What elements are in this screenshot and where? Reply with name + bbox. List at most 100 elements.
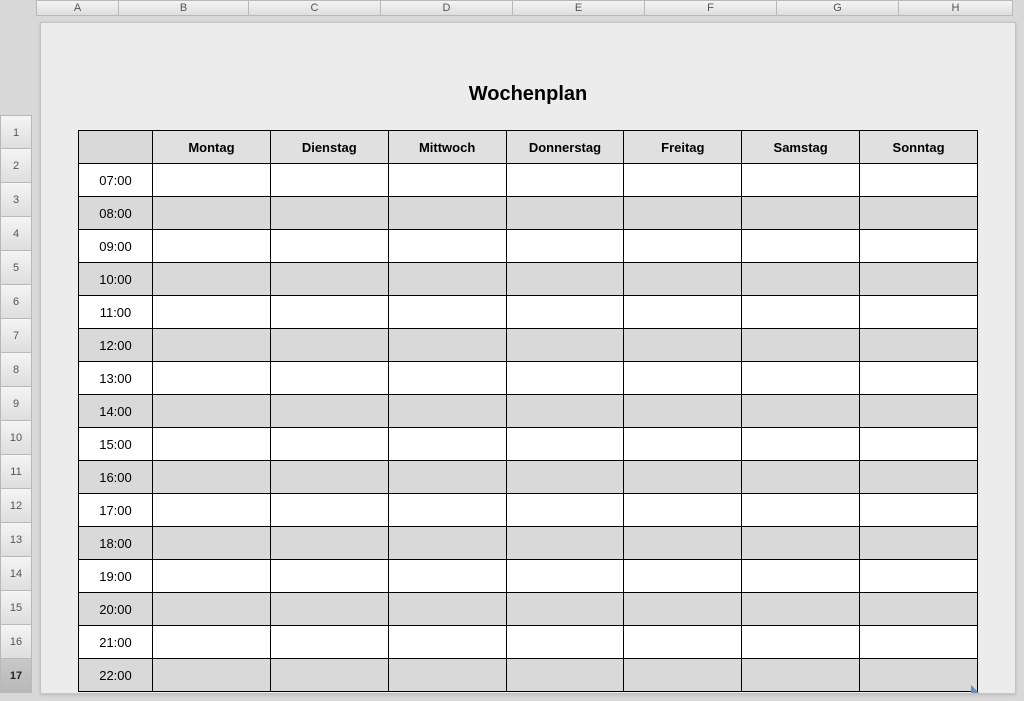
- plan-cell[interactable]: [860, 362, 978, 395]
- plan-corner-cell[interactable]: [79, 131, 153, 164]
- plan-cell[interactable]: [388, 164, 506, 197]
- plan-cell[interactable]: [506, 197, 624, 230]
- plan-cell[interactable]: [270, 296, 388, 329]
- plan-cell[interactable]: [742, 593, 860, 626]
- time-label[interactable]: 16:00: [79, 461, 153, 494]
- day-header[interactable]: Montag: [153, 131, 271, 164]
- row-header-8[interactable]: 8: [0, 353, 32, 387]
- plan-cell[interactable]: [506, 395, 624, 428]
- column-header-b[interactable]: B: [119, 0, 249, 16]
- column-header-g[interactable]: G: [777, 0, 899, 16]
- time-label[interactable]: 19:00: [79, 560, 153, 593]
- plan-cell[interactable]: [860, 296, 978, 329]
- column-header-a[interactable]: A: [36, 0, 119, 16]
- plan-cell[interactable]: [742, 296, 860, 329]
- plan-cell[interactable]: [624, 626, 742, 659]
- time-label[interactable]: 21:00: [79, 626, 153, 659]
- time-label[interactable]: 10:00: [79, 263, 153, 296]
- row-header-9[interactable]: 9: [0, 387, 32, 421]
- row-header-3[interactable]: 3: [0, 183, 32, 217]
- plan-cell[interactable]: [742, 164, 860, 197]
- plan-cell[interactable]: [153, 626, 271, 659]
- day-header[interactable]: Sonntag: [860, 131, 978, 164]
- plan-cell[interactable]: [388, 593, 506, 626]
- row-header-6[interactable]: 6: [0, 285, 32, 319]
- plan-cell[interactable]: [860, 659, 978, 692]
- time-label[interactable]: 17:00: [79, 494, 153, 527]
- plan-cell[interactable]: [506, 296, 624, 329]
- plan-cell[interactable]: [742, 560, 860, 593]
- plan-cell[interactable]: [860, 395, 978, 428]
- plan-cell[interactable]: [270, 461, 388, 494]
- column-header-c[interactable]: C: [249, 0, 381, 16]
- row-header-1[interactable]: 1: [0, 115, 32, 149]
- plan-cell[interactable]: [153, 659, 271, 692]
- plan-cell[interactable]: [270, 362, 388, 395]
- time-label[interactable]: 14:00: [79, 395, 153, 428]
- plan-cell[interactable]: [624, 428, 742, 461]
- plan-cell[interactable]: [860, 164, 978, 197]
- plan-cell[interactable]: [270, 263, 388, 296]
- plan-cell[interactable]: [742, 395, 860, 428]
- plan-cell[interactable]: [506, 164, 624, 197]
- time-label[interactable]: 07:00: [79, 164, 153, 197]
- row-header-5[interactable]: 5: [0, 251, 32, 285]
- plan-cell[interactable]: [506, 527, 624, 560]
- plan-cell[interactable]: [270, 197, 388, 230]
- plan-cell[interactable]: [860, 263, 978, 296]
- plan-cell[interactable]: [624, 494, 742, 527]
- plan-cell[interactable]: [624, 560, 742, 593]
- plan-cell[interactable]: [388, 263, 506, 296]
- plan-cell[interactable]: [270, 395, 388, 428]
- plan-cell[interactable]: [388, 395, 506, 428]
- plan-cell[interactable]: [624, 230, 742, 263]
- row-header-17[interactable]: 17: [0, 659, 32, 693]
- plan-cell[interactable]: [624, 527, 742, 560]
- plan-cell[interactable]: [742, 197, 860, 230]
- plan-cell[interactable]: [153, 428, 271, 461]
- plan-cell[interactable]: [153, 263, 271, 296]
- plan-cell[interactable]: [624, 197, 742, 230]
- plan-cell[interactable]: [270, 494, 388, 527]
- plan-cell[interactable]: [742, 230, 860, 263]
- plan-cell[interactable]: [506, 593, 624, 626]
- time-label[interactable]: 13:00: [79, 362, 153, 395]
- plan-cell[interactable]: [153, 329, 271, 362]
- plan-cell[interactable]: [388, 296, 506, 329]
- plan-cell[interactable]: [270, 164, 388, 197]
- plan-cell[interactable]: [270, 560, 388, 593]
- plan-cell[interactable]: [624, 329, 742, 362]
- row-header-2[interactable]: 2: [0, 149, 32, 183]
- plan-cell[interactable]: [388, 197, 506, 230]
- plan-cell[interactable]: [153, 230, 271, 263]
- time-label[interactable]: 15:00: [79, 428, 153, 461]
- plan-cell[interactable]: [742, 659, 860, 692]
- time-label[interactable]: 18:00: [79, 527, 153, 560]
- plan-cell[interactable]: [624, 593, 742, 626]
- plan-cell[interactable]: [860, 626, 978, 659]
- plan-cell[interactable]: [388, 329, 506, 362]
- plan-cell[interactable]: [153, 362, 271, 395]
- time-label[interactable]: 12:00: [79, 329, 153, 362]
- plan-cell[interactable]: [153, 593, 271, 626]
- plan-cell[interactable]: [624, 164, 742, 197]
- plan-cell[interactable]: [153, 461, 271, 494]
- plan-cell[interactable]: [742, 494, 860, 527]
- plan-cell[interactable]: [388, 527, 506, 560]
- plan-cell[interactable]: [860, 593, 978, 626]
- plan-cell[interactable]: [860, 527, 978, 560]
- plan-cell[interactable]: [624, 263, 742, 296]
- plan-cell[interactable]: [388, 560, 506, 593]
- plan-cell[interactable]: [506, 362, 624, 395]
- row-header-12[interactable]: 12: [0, 489, 32, 523]
- plan-cell[interactable]: [506, 560, 624, 593]
- plan-cell[interactable]: [388, 230, 506, 263]
- plan-cell[interactable]: [624, 461, 742, 494]
- plan-cell[interactable]: [624, 395, 742, 428]
- day-header[interactable]: Freitag: [624, 131, 742, 164]
- plan-cell[interactable]: [860, 428, 978, 461]
- plan-cell[interactable]: [153, 527, 271, 560]
- plan-cell[interactable]: [270, 659, 388, 692]
- time-label[interactable]: 08:00: [79, 197, 153, 230]
- plan-cell[interactable]: [153, 494, 271, 527]
